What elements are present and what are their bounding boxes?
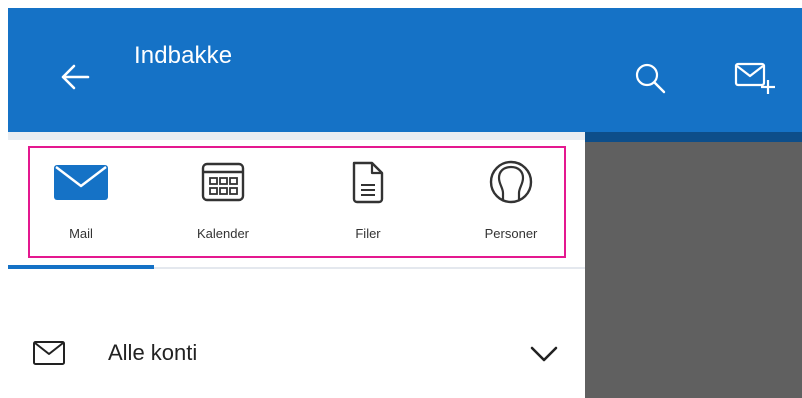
arrow-left-icon [61,64,90,90]
pane-divider [8,132,585,140]
search-button[interactable] [624,52,676,104]
accounts-label: Alle konti [108,340,198,365]
nav-item-label: Filer [355,226,381,241]
active-tab-indicator [8,265,154,269]
file-icon [313,160,423,204]
calendar-icon [168,160,278,204]
new-mail-icon [734,62,775,94]
nav-item-label: Personer [484,226,538,241]
overlay-header-strip [585,132,802,142]
mail-icon [26,160,136,204]
nav-item-label: Mail [69,226,93,241]
nav-item-files[interactable]: Filer [313,150,423,254]
nav-item-label: Kalender [196,226,250,241]
all-accounts-row[interactable]: Alle konti [8,322,585,384]
top-bar: Indbakke [8,8,802,132]
page-title: Indbakke [134,42,233,69]
nav-item-calendar[interactable]: Kalender [168,150,278,254]
chevron-down-icon[interactable] [524,336,564,372]
nav-item-people[interactable]: Personer [456,150,566,254]
search-icon [635,63,666,94]
envelope-outline-icon [32,340,66,366]
people-icon [456,160,566,204]
new-mail-button[interactable] [726,52,786,104]
nav-item-mail[interactable]: Mail [26,150,136,254]
app-screen: Indbakke Mail Kalender Filer Personer Al… [0,0,802,398]
dimmed-content-overlay[interactable] [585,132,802,398]
back-button[interactable] [50,52,100,102]
